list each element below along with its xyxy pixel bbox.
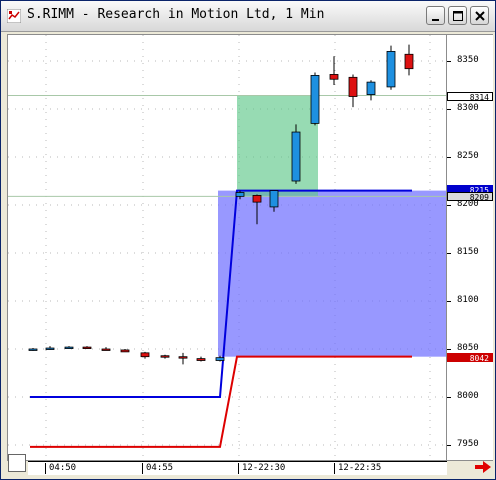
price-tick-label: 8000 xyxy=(457,391,479,401)
candle-body xyxy=(252,194,262,203)
price-tick-mark xyxy=(447,349,451,350)
price-tag: 8042 xyxy=(447,352,493,363)
chart-window: S.RIMM - Research in Motion Ltd, 1 Min 8… xyxy=(0,0,496,480)
time-tick-label: 04:55 xyxy=(142,463,173,474)
candle-body xyxy=(404,53,414,70)
maximize-icon xyxy=(453,11,463,21)
candle-body xyxy=(235,192,245,197)
price-tick-mark xyxy=(447,205,451,206)
candle-body xyxy=(160,355,170,358)
candle-body xyxy=(348,76,358,97)
candle-body xyxy=(45,347,55,350)
price-tag: 8314 xyxy=(447,91,493,102)
candle-body xyxy=(28,348,38,351)
target-zone-blue xyxy=(218,190,446,357)
chart-app-icon xyxy=(7,9,21,23)
candle-body xyxy=(291,131,301,182)
close-button[interactable] xyxy=(470,6,489,25)
candle-body xyxy=(140,352,150,358)
close-icon xyxy=(475,11,485,21)
price-tag: 8209 xyxy=(447,192,493,202)
minimize-button[interactable] xyxy=(426,6,445,25)
time-tick-label: 12-22:35 xyxy=(334,463,381,474)
price-tick-mark xyxy=(447,157,451,158)
price-tick-label: 8150 xyxy=(457,247,479,257)
price-tick-label: 8050 xyxy=(457,343,479,353)
candle-body xyxy=(64,346,74,349)
candle-body xyxy=(120,349,130,353)
target-zone-green xyxy=(237,95,318,197)
candle-body xyxy=(329,74,339,80)
candle-body xyxy=(215,357,225,361)
price-tick-label: 7950 xyxy=(457,439,479,449)
maximize-button[interactable] xyxy=(448,6,467,25)
candle-body xyxy=(310,75,320,124)
time-tick-label: 04:50 xyxy=(45,463,76,474)
candle-body xyxy=(82,346,92,349)
candle-body xyxy=(386,50,396,88)
time-axis[interactable]: 04:50 04:55 12-22:30 12-22:35 xyxy=(28,461,447,475)
chart-plot-area[interactable] xyxy=(7,34,447,461)
window-title: S.RIMM - Research in Motion Ltd, 1 Min xyxy=(27,7,325,22)
corner-button[interactable] xyxy=(8,454,26,472)
stop-line-red xyxy=(30,355,412,448)
right-arrow-icon[interactable] xyxy=(474,460,492,474)
candle-body xyxy=(269,190,279,208)
price-tick-mark xyxy=(447,445,451,446)
candle-body xyxy=(101,348,111,351)
price-tick-mark xyxy=(447,301,451,302)
price-tick-mark xyxy=(447,61,451,62)
minimize-icon xyxy=(432,19,439,21)
price-tick-label: 8100 xyxy=(457,295,479,305)
time-tick-label: 12-22:30 xyxy=(238,463,285,474)
price-tick-mark xyxy=(447,397,451,398)
chart-svg xyxy=(8,35,446,460)
candle-body xyxy=(366,81,376,95)
price-tick-mark xyxy=(447,253,451,254)
price-axis[interactable]: 8350 8300 8250 8200 8150 8100 8050 8000 7950 8314… xyxy=(447,34,493,461)
title-bar[interactable]: S.RIMM - Research in Motion Ltd, 1 Min xyxy=(1,1,495,32)
price-tick-label: 8350 xyxy=(457,55,479,65)
price-tick-label: 8250 xyxy=(457,151,479,161)
price-tick-mark xyxy=(447,109,451,110)
candle-body xyxy=(196,358,206,361)
price-tick-label: 8300 xyxy=(457,103,479,113)
candle-body xyxy=(178,356,188,359)
